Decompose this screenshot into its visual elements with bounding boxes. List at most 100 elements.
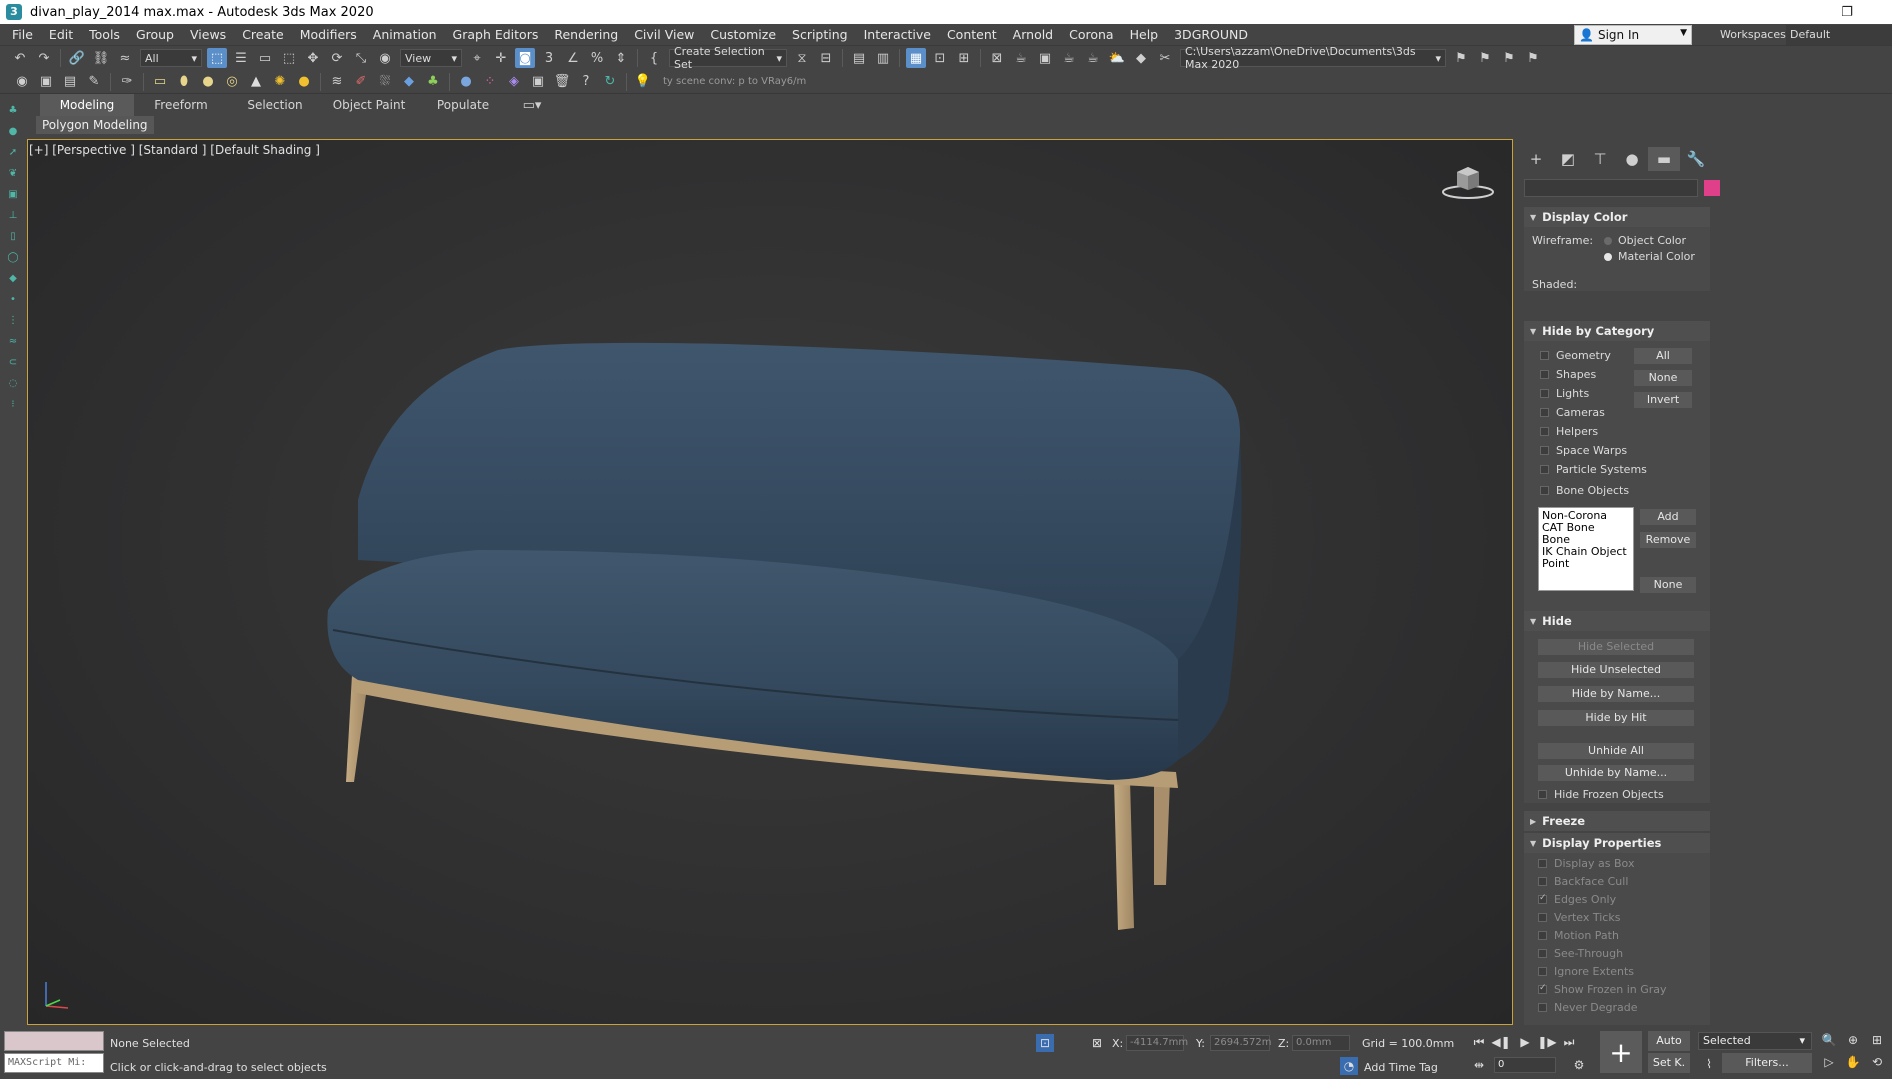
place-icon[interactable]: ◉: [375, 48, 395, 68]
menu-help[interactable]: Help: [1122, 24, 1167, 46]
time-config-icon[interactable]: ⚙: [1570, 1056, 1588, 1074]
create-tab-icon[interactable]: +: [1520, 147, 1552, 171]
display-as-box-checkbox[interactable]: [1538, 859, 1547, 868]
goto-start-icon[interactable]: ⏮: [1470, 1033, 1488, 1051]
app-logo-icon[interactable]: 3: [6, 4, 22, 20]
shapes-checkbox[interactable]: [1540, 370, 1549, 379]
phone-tool-icon[interactable]: ▯: [0, 226, 26, 247]
drop-tool-icon[interactable]: ◆: [0, 268, 26, 289]
menu-arnold[interactable]: Arnold: [1005, 24, 1061, 46]
space-warps-checkbox[interactable]: [1540, 446, 1549, 455]
render-cloud-icon[interactable]: ⛅: [1107, 48, 1127, 68]
goto-end-icon[interactable]: ⏭: [1560, 1033, 1578, 1051]
orbit-icon[interactable]: ⟲: [1868, 1053, 1886, 1071]
project-open-icon[interactable]: ⚑: [1499, 48, 1519, 68]
rect-selection-icon[interactable]: ▭: [255, 48, 275, 68]
workspaces-dropdown[interactable]: Default: [1786, 25, 1892, 45]
zoom-all-icon[interactable]: ⊕: [1844, 1031, 1862, 1049]
hide-unselected-button[interactable]: Hide Unselected: [1538, 662, 1694, 678]
fog-icon[interactable]: ⛆: [375, 72, 395, 92]
menu-interactive[interactable]: Interactive: [856, 24, 939, 46]
key-mode-icon[interactable]: ⇹: [1470, 1056, 1488, 1074]
align-icon[interactable]: ⊟: [816, 48, 836, 68]
helpers-checkbox[interactable]: [1540, 427, 1549, 436]
wireframe-object-color-radio[interactable]: [1604, 237, 1612, 245]
menu-corona[interactable]: Corona: [1061, 24, 1121, 46]
add-time-tag-button[interactable]: Add Time Tag: [1364, 1061, 1438, 1074]
tab-freeform[interactable]: Freeform: [134, 94, 228, 116]
object-name-field[interactable]: [1524, 179, 1698, 197]
rotate-icon[interactable]: ⟳: [327, 48, 347, 68]
material-sphere-icon[interactable]: ●: [456, 72, 476, 92]
light-icon[interactable]: ●: [294, 72, 314, 92]
vertex-ticks-checkbox[interactable]: [1538, 913, 1547, 922]
picture-icon[interactable]: ▤: [60, 72, 80, 92]
hierarchy-tab-icon[interactable]: ⊤: [1584, 147, 1616, 171]
schematic-view-icon[interactable]: ⊞: [954, 48, 974, 68]
field-of-view-icon[interactable]: ▷: [1820, 1053, 1838, 1071]
menu-create[interactable]: Create: [234, 24, 292, 46]
ribbon-toggle-icon[interactable]: ▦: [906, 48, 926, 68]
maxscript-listener-output[interactable]: [4, 1031, 104, 1051]
z-coordinate-field[interactable]: 0.0mm: [1292, 1035, 1350, 1051]
bind-space-warp-icon[interactable]: ≈: [115, 48, 135, 68]
display-color-header[interactable]: ▼ Display Color: [1524, 207, 1710, 227]
move-icon[interactable]: ✥: [303, 48, 323, 68]
object-color-swatch[interactable]: [1704, 180, 1720, 196]
hair-icon[interactable]: ≋: [327, 72, 347, 92]
menu-customize[interactable]: Customize: [702, 24, 784, 46]
never-degrade-checkbox[interactable]: [1538, 1003, 1547, 1012]
dot2-tool-icon[interactable]: •: [0, 289, 26, 310]
hide-header[interactable]: ▼ Hide: [1524, 611, 1710, 631]
list-none-button[interactable]: None: [1640, 577, 1696, 593]
y-coordinate-field[interactable]: 2694.572m: [1210, 1035, 1271, 1051]
unhide-all-button[interactable]: Unhide All: [1538, 743, 1694, 759]
select-manipulate-icon[interactable]: ✛: [491, 48, 511, 68]
menu-views[interactable]: Views: [182, 24, 234, 46]
keyboard-shortcut-icon[interactable]: ◙: [515, 48, 535, 68]
sign-in-dropdown[interactable]: 👤 Sign In ▼: [1574, 25, 1692, 45]
curve-tool-icon[interactable]: ⊂: [0, 352, 26, 373]
category-invert-button[interactable]: Invert: [1634, 392, 1692, 408]
set-key-plus-icon[interactable]: +: [1600, 1031, 1642, 1073]
restore-button[interactable]: ❐: [1824, 0, 1870, 24]
wave-tool-icon[interactable]: ≈: [0, 331, 26, 352]
menu-animation[interactable]: Animation: [365, 24, 445, 46]
box-primitive-icon[interactable]: ▭: [150, 72, 170, 92]
tool-icon[interactable]: ✎: [84, 72, 104, 92]
key-tangent-icon[interactable]: ⌇: [1700, 1055, 1718, 1073]
hide-by-name-button[interactable]: Hide by Name...: [1538, 686, 1694, 702]
tab-object-paint[interactable]: Object Paint: [322, 94, 416, 116]
help-icon[interactable]: ?: [576, 72, 596, 92]
hide-by-category-header[interactable]: ▼ Hide by Category: [1524, 321, 1710, 341]
trash-icon[interactable]: 🗑: [552, 72, 572, 92]
render-production-icon[interactable]: ☕: [1059, 48, 1079, 68]
project-folder-icon[interactable]: ⚑: [1451, 48, 1471, 68]
ribbon-options-icon[interactable]: ▭▾: [518, 95, 546, 115]
angle-snap-icon[interactable]: ∠: [563, 48, 583, 68]
redo-icon[interactable]: ↷: [34, 48, 54, 68]
freeze-header[interactable]: ▶ Freeze: [1524, 811, 1710, 831]
scene-explorer-icon[interactable]: ▤: [849, 48, 869, 68]
motion-path-checkbox[interactable]: [1538, 931, 1547, 940]
list-item[interactable]: Point: [1542, 558, 1630, 570]
motion-tab-icon[interactable]: ●: [1616, 147, 1648, 171]
display-tab-icon[interactable]: ▬: [1648, 147, 1680, 171]
proxy-icon[interactable]: ◆: [399, 72, 419, 92]
list-remove-button[interactable]: Remove: [1640, 532, 1696, 548]
leaf-tool-icon[interactable]: ❦: [0, 163, 26, 184]
category-list[interactable]: Non-Corona CAT Bone Bone IK Chain Object…: [1538, 507, 1634, 591]
tab-selection[interactable]: Selection: [228, 94, 322, 116]
menu-scripting[interactable]: Scripting: [784, 24, 856, 46]
eye-icon[interactable]: ◉: [12, 72, 32, 92]
x-coordinate-field[interactable]: -4114.7mm: [1126, 1035, 1188, 1051]
hide-frozen-checkbox[interactable]: [1538, 790, 1547, 799]
key-filter-dropdown[interactable]: Selected ▾: [1698, 1032, 1812, 1050]
lights-checkbox[interactable]: [1540, 389, 1549, 398]
menu-tools[interactable]: Tools: [81, 24, 128, 46]
dot-tool-icon[interactable]: ●: [0, 121, 26, 142]
geometry-checkbox[interactable]: [1540, 351, 1549, 360]
sphere-primitive-icon[interactable]: ●: [198, 72, 218, 92]
paint-icon[interactable]: ✑: [117, 72, 137, 92]
vray-icon[interactable]: ◈: [504, 72, 524, 92]
